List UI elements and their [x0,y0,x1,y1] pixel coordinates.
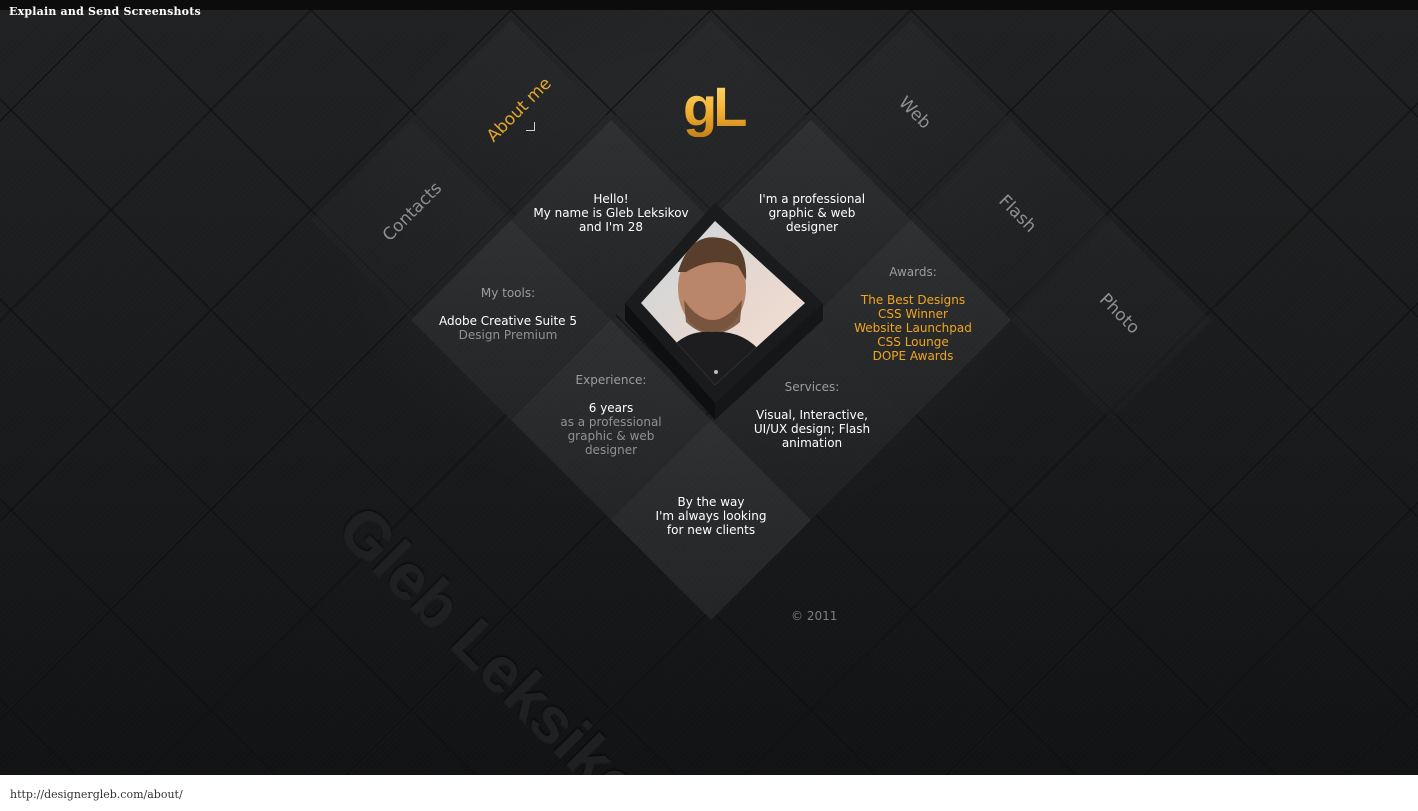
active-indicator-icon [526,122,535,131]
services-line-2: UI/UX design; Flash [753,422,871,436]
profession-line-2: graphic & web [768,206,856,220]
intro-line-1: Hello! [593,192,629,206]
awards-label: Awards: [889,265,937,279]
browser-status-bar [0,775,1418,811]
intro-block: Hello! My name is Gleb Leksikov and I'm … [511,192,711,234]
services-line-1: Visual, Interactive, [756,408,868,422]
experience-block: Experience: 6 years as a professional gr… [511,373,711,457]
experience-line-2: graphic & web [567,429,655,443]
award-link[interactable]: The Best Designs [813,293,1013,307]
experience-line-1: as a professional [560,415,662,429]
experience-label: Experience: [575,373,647,387]
services-block: Services: Visual, Interactive, UI/UX des… [712,380,912,450]
window-title: Explain and Send Screenshots [9,5,201,18]
award-link[interactable]: Website Launchpad [813,321,1013,335]
clients-line-2: I'm always looking [655,509,767,523]
experience-line-3: designer [584,443,638,457]
intro-line-2: My name is Gleb Leksikov [533,206,689,220]
intro-line-3: and I'm 28 [578,220,643,234]
award-link[interactable]: CSS Lounge [813,335,1013,349]
tools-edition: Design Premium [458,328,558,342]
services-label: Services: [784,380,840,394]
tools-label: My tools: [480,286,536,300]
profession-line-3: designer [785,220,839,234]
profession-line-1: I'm a professional [758,192,866,206]
profession-block: I'm a professional graphic & web designe… [712,192,912,234]
award-link[interactable]: CSS Winner [813,307,1013,321]
clients-line-1: By the way [677,495,745,509]
browser-top-bar [0,0,1418,10]
clients-line-3: for new clients [666,523,756,537]
tools-name: Adobe Creative Suite 5 [439,314,577,328]
awards-block: Awards: The Best Designs CSS Winner Webs… [813,265,1013,363]
award-link[interactable]: DOPE Awards [813,349,1013,363]
copyright-text: © 2011 [791,609,838,623]
tools-block: My tools: Adobe Creative Suite 5 Design … [408,286,608,342]
services-line-3: animation [781,436,843,450]
status-url: http://designergleb.com/about/ [10,788,183,801]
clients-block: By the way I'm always looking for new cl… [611,495,811,537]
experience-years: 6 years [588,401,634,415]
site-logo[interactable]: gL [683,77,747,137]
